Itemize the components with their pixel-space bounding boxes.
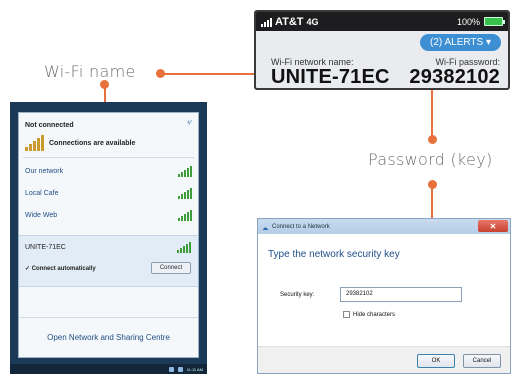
- alerts-button[interactable]: (2) ALERTS ▾: [420, 34, 501, 51]
- security-key-input[interactable]: 29382102: [340, 287, 462, 302]
- open-network-sharing-link[interactable]: Open Network and Sharing Centre: [47, 333, 170, 342]
- connections-available-label: Connections are available: [49, 139, 136, 147]
- taskbar-clock[interactable]: 11:11 AM: [187, 367, 203, 372]
- tray-network-icon[interactable]: [177, 366, 183, 372]
- security-key-label: Security key:: [280, 292, 315, 298]
- password-callout: Password (key): [368, 150, 493, 169]
- wifi-icon: [262, 222, 269, 230]
- connect-automatically-checkbox[interactable]: ✓ Connect automatically: [25, 265, 96, 272]
- hotspot-device-screen: AT&T 4G 100% (2) ALERTS ▾ Wi-Fi network …: [254, 10, 510, 90]
- hide-characters-label: Hide characters: [353, 311, 396, 318]
- wifi-signal-icon: [178, 188, 192, 199]
- dialog-title: Connect to a Network: [272, 223, 330, 230]
- dialog-heading: Type the network security key: [268, 249, 400, 260]
- ok-button[interactable]: OK: [417, 354, 455, 368]
- carrier-name: AT&T: [275, 15, 304, 28]
- network-flyout: Not connected ⁴⁄ Connections are availab…: [10, 102, 207, 374]
- battery-percent: 100%: [456, 16, 480, 27]
- network-item[interactable]: Wide Web: [19, 205, 198, 226]
- checkmark-icon: ✓: [25, 266, 32, 272]
- password-upper-dot: [428, 135, 437, 144]
- network-item[interactable]: Our network: [19, 161, 198, 182]
- wifi-signal-icon: [177, 242, 191, 253]
- signal-bars-icon: [25, 135, 44, 151]
- device-status-bar: AT&T 4G 100%: [256, 12, 508, 31]
- signal-strength-icon: [261, 17, 272, 27]
- network-flyout-panel: Not connected ⁴⁄ Connections are availab…: [18, 112, 199, 358]
- selected-network-name: UNITE-71EC: [25, 244, 66, 251]
- wifi-name-callout: Wi-Fi name: [44, 62, 136, 81]
- connection-status: Not connected: [25, 122, 74, 129]
- connect-button[interactable]: Connect: [151, 262, 191, 274]
- wifi-password-value: 29382102: [409, 66, 500, 88]
- wifi-signal-icon: [178, 210, 192, 221]
- wifi-signal-icon: [178, 166, 192, 177]
- close-button[interactable]: ✕: [478, 220, 508, 232]
- network-type-badge: 4G: [306, 16, 319, 27]
- alerts-button-label: (2) ALERTS: [430, 37, 484, 48]
- network-name: Our network: [25, 168, 64, 175]
- dialog-title-bar[interactable]: Connect to a Network ✕: [258, 219, 510, 234]
- close-icon: ✕: [489, 221, 497, 231]
- divider: [23, 157, 194, 158]
- password-connector-upper: [431, 90, 433, 138]
- connect-to-network-dialog: Connect to a Network ✕ Type the network …: [257, 218, 511, 374]
- checkbox-box: [343, 311, 350, 318]
- tray-icon[interactable]: [168, 366, 174, 372]
- battery-icon: [484, 17, 505, 26]
- wifi-name-down-dot: [100, 80, 109, 89]
- hide-characters-checkbox[interactable]: Hide characters: [343, 311, 395, 318]
- chevron-down-icon: ▾: [485, 37, 491, 48]
- cancel-button[interactable]: Cancel: [463, 354, 501, 368]
- network-item[interactable]: Local Cafe: [19, 183, 198, 204]
- connect-automatically-label: Connect automatically: [31, 266, 96, 272]
- connections-available: Connections are available: [25, 135, 135, 151]
- dialog-footer: OK Cancel: [258, 346, 510, 373]
- network-name: Wide Web: [25, 212, 58, 219]
- wifi-name-value: UNITE-71EC: [271, 66, 390, 88]
- refresh-icon[interactable]: ⁴⁄: [187, 120, 191, 127]
- taskbar: 11:11 AM: [10, 364, 207, 374]
- network-name: Local Cafe: [25, 190, 59, 197]
- flyout-footer: Open Network and Sharing Centre: [19, 317, 198, 357]
- selected-network-item[interactable]: UNITE-71EC ✓ Connect automatically Conne…: [19, 235, 198, 287]
